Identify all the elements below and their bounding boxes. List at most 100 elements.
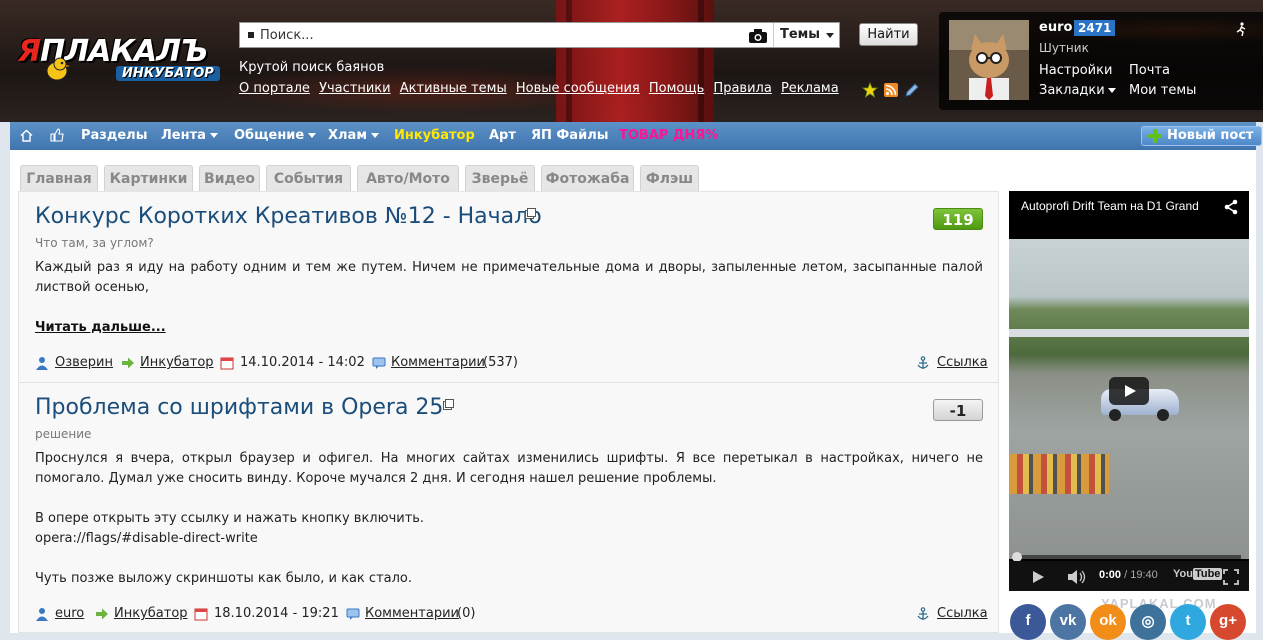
post-author-link[interactable]: Озверин xyxy=(55,355,113,370)
nav-incubator[interactable]: Инкубатор xyxy=(394,128,475,143)
play-button[interactable] xyxy=(1109,377,1149,405)
header-banner-stripe xyxy=(556,0,714,122)
star-icon[interactable] xyxy=(862,82,878,98)
post-subtitle: Что там, за углом? xyxy=(35,236,154,250)
volume-icon[interactable] xyxy=(1067,569,1087,585)
nav-social[interactable]: Общение xyxy=(234,128,317,143)
post-feed: Конкурс Коротких Креативов №12 - Начало … xyxy=(18,191,999,633)
exit-icon[interactable] xyxy=(1235,22,1247,36)
odnoklassniki-icon[interactable]: ok xyxy=(1090,604,1126,640)
chevron-down-icon xyxy=(308,133,317,138)
top-link-about[interactable]: О портале xyxy=(239,81,310,96)
post-meta: euro Инкубатор 18.10.2014 - 19:21 Коммен… xyxy=(35,606,988,622)
tab-auto-moto[interactable]: Авто/Мото xyxy=(357,165,459,191)
facebook-icon[interactable]: f xyxy=(1010,604,1046,640)
top-link-active[interactable]: Активные темы xyxy=(400,81,507,96)
post-comments-link[interactable]: Комментарии xyxy=(391,355,485,370)
pencil-icon[interactable] xyxy=(904,82,920,98)
tab-photoshop[interactable]: Фотожаба xyxy=(541,165,634,191)
top-link-ads[interactable]: Реклама xyxy=(781,81,839,96)
new-post-label: Новый пост xyxy=(1167,128,1254,143)
tab-video[interactable]: Видео xyxy=(199,165,260,191)
post-section-link[interactable]: Инкубатор xyxy=(140,355,214,370)
tab-main[interactable]: Главная xyxy=(20,165,98,191)
top-link-new-messages[interactable]: Новые сообщения xyxy=(516,81,640,96)
new-post-button[interactable]: Новый пост xyxy=(1141,126,1262,146)
comment-icon xyxy=(372,357,386,369)
external-link-icon[interactable] xyxy=(525,208,536,219)
camera-icon[interactable] xyxy=(748,28,768,44)
bookmarks-menu[interactable]: Закладки xyxy=(1039,83,1116,98)
post-subtitle: решение xyxy=(35,427,92,441)
search-input[interactable] xyxy=(260,25,730,45)
nav-product-of-day[interactable]: ТОВАР ДНЯ% xyxy=(619,128,718,143)
avatar-cat-image xyxy=(949,20,1029,100)
username[interactable]: euro xyxy=(1039,20,1072,35)
nav-sections[interactable]: Разделы xyxy=(81,128,147,143)
avatar[interactable] xyxy=(949,20,1029,100)
thumbs-up-icon[interactable] xyxy=(50,128,64,142)
user-panel: euro 2471 Шутник Настройки Почта Закладк… xyxy=(939,12,1263,110)
post-permalink[interactable]: Ссылка xyxy=(937,355,988,370)
video-controls: 0:00 / 19:40 You Tube xyxy=(1009,561,1249,591)
play-icon[interactable] xyxy=(1031,570,1045,584)
search-scope-label: Темы xyxy=(780,27,821,42)
vkontakte-icon[interactable]: vk xyxy=(1050,604,1086,640)
read-more-link[interactable]: Читать дальше... xyxy=(35,320,166,335)
site-logo[interactable]: ЯПЛАКАЛЪ ИНКУБАТОР xyxy=(18,34,220,86)
tab-events[interactable]: События xyxy=(266,165,351,191)
search-scope-select[interactable]: Темы xyxy=(773,23,840,47)
tab-animals[interactable]: Зверьё xyxy=(465,165,535,191)
search-button[interactable]: Найти xyxy=(859,23,918,46)
video-current-time: 0:00 xyxy=(1099,569,1122,581)
post-author-link[interactable]: euro xyxy=(55,606,84,621)
tab-pictures[interactable]: Картинки xyxy=(104,165,193,191)
tab-flash[interactable]: Флэш xyxy=(640,165,699,191)
plus-icon xyxy=(1148,129,1162,143)
home-icon[interactable] xyxy=(20,129,33,142)
share-icon[interactable] xyxy=(1223,199,1239,215)
youtube-logo[interactable]: You Tube xyxy=(1173,568,1223,580)
post-body: Проснулся я вчера, открыл браузер и офиг… xyxy=(35,449,983,589)
video-player[interactable]: Autoprofi Drift Team на D1 Grand 0:00 / … xyxy=(1009,191,1249,591)
video-crowd xyxy=(1009,454,1109,494)
top-link-rules[interactable]: Правила xyxy=(713,81,771,96)
search-box: Темы xyxy=(239,22,840,48)
video-title[interactable]: Autoprofi Drift Team на D1 Grand xyxy=(1021,199,1221,213)
search-icon xyxy=(248,32,254,38)
nav-files[interactable]: ЯП Файлы xyxy=(531,128,608,143)
post-title[interactable]: Проблема со шрифтами в Opera 25 xyxy=(35,395,443,420)
post-comments-link[interactable]: Комментарии xyxy=(365,606,459,621)
arrow-right-icon xyxy=(122,357,134,369)
googleplus-icon[interactable]: g+ xyxy=(1210,604,1246,640)
post-rating: 119 xyxy=(933,208,983,230)
video-time-separator: / xyxy=(1121,569,1131,581)
chevron-down-icon xyxy=(370,133,379,138)
top-link-members[interactable]: Участники xyxy=(319,81,391,96)
mail-link[interactable]: Почта xyxy=(1129,63,1170,78)
fullscreen-icon[interactable] xyxy=(1223,569,1239,585)
twitter-icon[interactable]: t xyxy=(1170,604,1206,640)
chevron-down-icon xyxy=(826,33,834,38)
settings-link[interactable]: Настройки xyxy=(1039,63,1112,78)
external-link-icon[interactable] xyxy=(443,399,454,410)
karma-badge: 2471 xyxy=(1074,20,1116,36)
post-section-link[interactable]: Инкубатор xyxy=(114,606,188,621)
my-topics-link[interactable]: Мои темы xyxy=(1129,83,1196,98)
rss-icon[interactable] xyxy=(884,83,898,97)
bookmarks-label: Закладки xyxy=(1039,83,1105,98)
nav-art[interactable]: Арт xyxy=(489,128,516,143)
post-paragraph: В опере открыть эту ссылку и нажать кноп… xyxy=(35,511,425,526)
nav-junk[interactable]: Хлам xyxy=(328,128,379,143)
header-icons xyxy=(862,82,922,98)
calendar-icon xyxy=(194,608,208,621)
post-title[interactable]: Конкурс Коротких Креативов №12 - Начало xyxy=(35,204,542,229)
nav-feed[interactable]: Лента xyxy=(161,128,218,143)
post-comments-count: (0) xyxy=(457,606,476,621)
post-meta: Озверин Инкубатор 14.10.2014 - 14:02 Ком… xyxy=(35,355,988,371)
video-progress-bar[interactable] xyxy=(1017,555,1241,559)
post-permalink[interactable]: Ссылка xyxy=(937,606,988,621)
top-link-help[interactable]: Помощь xyxy=(649,81,704,96)
instagram-icon[interactable]: ◎ xyxy=(1130,604,1166,640)
